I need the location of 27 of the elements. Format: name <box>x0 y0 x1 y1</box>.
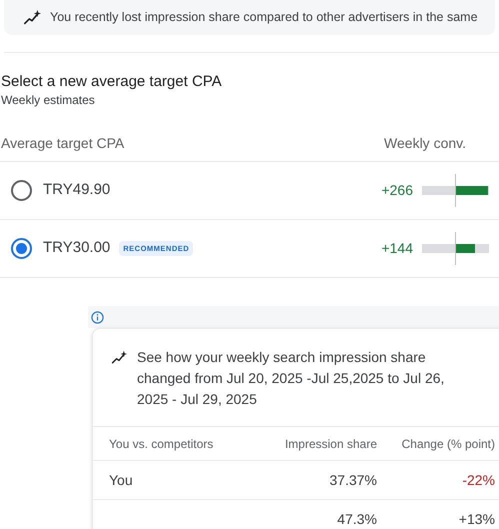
center-line <box>455 232 456 265</box>
center-line <box>455 174 456 207</box>
radio-button[interactable] <box>11 238 32 259</box>
bar-left-segment <box>422 244 455 253</box>
info-icon[interactable] <box>91 310 104 324</box>
column-header: You vs. competitors <box>109 436 214 452</box>
column-header: Change (% point) <box>400 436 495 452</box>
trend-sparkle-icon <box>22 8 42 26</box>
conversion-value: +144 <box>381 239 413 258</box>
table-cell: You <box>109 472 133 488</box>
table-cell-text: 37.37% <box>328 470 377 490</box>
bar-left-segment <box>422 186 455 195</box>
notice-text: You recently lost impression share compared to other advertisers in the same <box>50 9 478 26</box>
table-cell-text: +13% <box>458 510 495 528</box>
trend-sparkle-icon <box>110 350 128 366</box>
section-subtitle: Weekly estimates <box>1 92 96 109</box>
table-cell-text: -22% <box>461 470 495 490</box>
card-message: See how your weekly search impression share changed from Jul 20, 2025 -Jul 25,2025 to Jul 26, 2025 - Jul 29, 2025 <box>137 348 446 409</box>
option-label: TRY49.90 <box>43 180 110 200</box>
column-header: Average target CPA <box>1 134 124 153</box>
conversion-value: +266 <box>381 181 413 200</box>
section-title: Select a new average target CPA <box>1 72 223 91</box>
column-header: Weekly conv. <box>384 134 466 153</box>
column-header: Impression share <box>284 436 377 452</box>
radio-button[interactable] <box>11 180 32 201</box>
table-cell-text: 47.3% <box>336 510 377 528</box>
option-label: TRY30.00 <box>43 238 110 258</box>
